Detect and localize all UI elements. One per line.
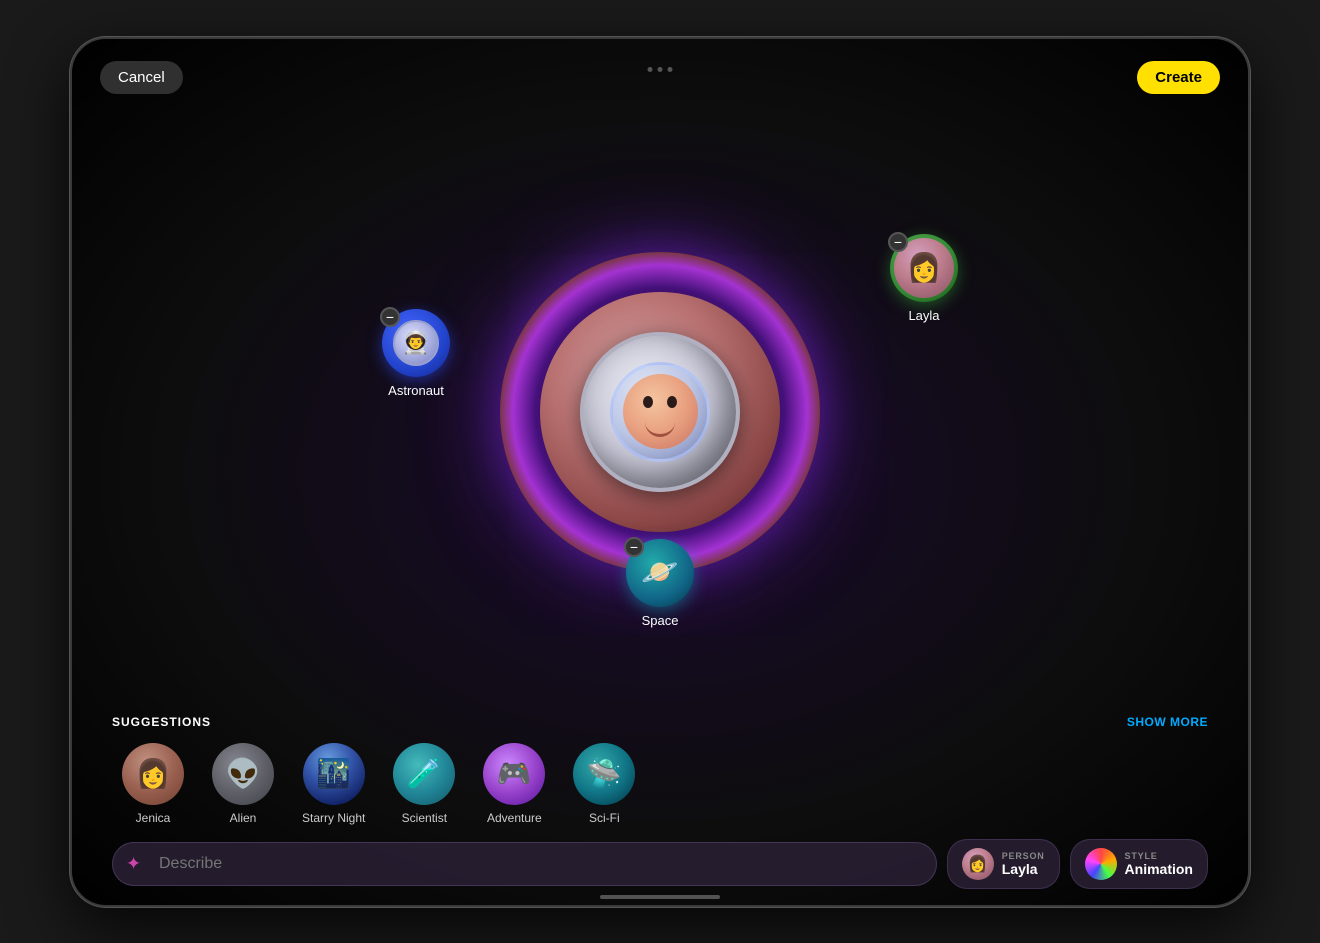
helmet-visor <box>610 362 710 462</box>
bottom-bar: ✦ 👩 PERSON Layla STYLE Animation <box>112 839 1208 889</box>
person-chip-value: Layla <box>1002 861 1045 877</box>
cancel-button[interactable]: Cancel <box>100 61 183 94</box>
dot-1 <box>648 67 653 72</box>
scientist-label: Scientist <box>402 811 447 825</box>
alien-icon: 👽 <box>212 743 274 805</box>
suggestion-jenica[interactable]: 👩 Jenica <box>122 743 184 825</box>
show-more-button[interactable]: SHOW MORE <box>1127 715 1208 729</box>
scientist-icon: 🧪 <box>393 743 455 805</box>
style-chip-text: STYLE Animation <box>1125 851 1193 877</box>
style-icon <box>1085 848 1117 880</box>
suggestion-adventure[interactable]: 🎮 Adventure <box>483 743 545 825</box>
adventure-icon: 🎮 <box>483 743 545 805</box>
person-chip-avatar: 👩 <box>962 848 994 880</box>
dots-menu[interactable] <box>648 67 673 72</box>
create-button[interactable]: Create <box>1137 61 1220 94</box>
memoji-astronaut <box>560 302 760 522</box>
layla-label: Layla <box>908 308 939 323</box>
scifi-label: Sci-Fi <box>589 811 620 825</box>
tablet-frame: Cancel Create <box>70 37 1250 907</box>
floating-item-space[interactable]: Space <box>626 539 694 628</box>
face-eyes <box>643 396 677 408</box>
home-indicator <box>600 895 720 899</box>
input-wrapper: ✦ <box>112 842 937 886</box>
remove-badge-astronaut[interactable] <box>380 307 400 327</box>
sparkle-icon: ✦ <box>126 853 141 874</box>
describe-input[interactable] <box>112 842 937 886</box>
person-chip-text: PERSON Layla <box>1002 851 1045 877</box>
astronaut-suit <box>580 332 740 492</box>
suggestion-scientist[interactable]: 🧪 Scientist <box>393 743 455 825</box>
jenica-icon: 👩 <box>122 743 184 805</box>
floating-item-layla[interactable]: 👩 Layla <box>890 234 958 323</box>
jenica-label: Jenica <box>136 811 171 825</box>
space-icon-inner <box>641 555 678 590</box>
glow-ring <box>500 252 820 572</box>
person-chip-label: PERSON <box>1002 851 1045 861</box>
floating-item-astronaut[interactable]: Astronaut <box>382 309 450 398</box>
person-chip[interactable]: 👩 PERSON Layla <box>947 839 1060 889</box>
adventure-label: Adventure <box>487 811 542 825</box>
face-inside <box>623 374 698 449</box>
remove-badge-space[interactable] <box>624 537 644 557</box>
space-label: Space <box>642 613 679 628</box>
dot-2 <box>658 67 663 72</box>
left-eye <box>643 396 653 408</box>
right-eye <box>667 396 677 408</box>
suggestion-scifi[interactable]: 🛸 Sci-Fi <box>573 743 635 825</box>
starry-night-label: Starry Night <box>302 811 365 825</box>
suggestions-bar: SUGGESTIONS SHOW MORE 👩 Jenica 👽 Alien 🌃… <box>72 715 1248 825</box>
style-chip[interactable]: STYLE Animation <box>1070 839 1208 889</box>
astronaut-icon-inner <box>393 320 439 366</box>
starry-night-icon: 🌃 <box>303 743 365 805</box>
screen: Cancel Create <box>72 39 1248 905</box>
suggestions-header: SUGGESTIONS SHOW MORE <box>112 715 1208 729</box>
style-chip-label: STYLE <box>1125 851 1193 861</box>
alien-label: Alien <box>230 811 257 825</box>
remove-badge-layla[interactable] <box>888 232 908 252</box>
style-chip-value: Animation <box>1125 861 1193 877</box>
astronaut-label: Astronaut <box>388 383 444 398</box>
suggestions-list: 👩 Jenica 👽 Alien 🌃 Starry Night 🧪 Scient… <box>112 743 1208 825</box>
central-glow <box>500 252 820 572</box>
face-smile <box>645 422 675 437</box>
dot-3 <box>668 67 673 72</box>
scifi-icon: 🛸 <box>573 743 635 805</box>
suggestions-title: SUGGESTIONS <box>112 715 211 729</box>
suggestion-starry-night[interactable]: 🌃 Starry Night <box>302 743 365 825</box>
suggestion-alien[interactable]: 👽 Alien <box>212 743 274 825</box>
avatar-center[interactable] <box>540 292 780 532</box>
